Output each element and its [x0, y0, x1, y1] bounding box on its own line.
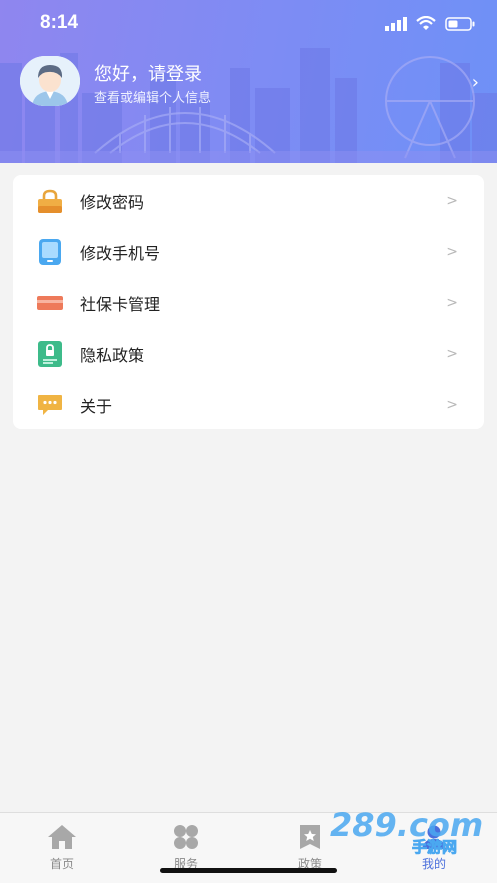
- tab-label: 我的: [421, 857, 446, 871]
- menu-item-label: 修改密码: [80, 192, 145, 212]
- signal-icon: [385, 16, 407, 31]
- policy-icon: [248, 823, 372, 851]
- menu-item-label: 修改手机号: [80, 243, 161, 263]
- user-avatar-icon: [20, 56, 80, 106]
- login-greeting[interactable]: 您好，请登录: [94, 60, 202, 86]
- tab-label: 首页: [49, 857, 74, 871]
- menu-item-about[interactable]: 关于 >: [13, 379, 484, 430]
- chevron-right-icon: >: [446, 294, 458, 311]
- profile-icon: [372, 823, 496, 851]
- avatar[interactable]: [20, 56, 80, 106]
- wifi-icon: [416, 16, 436, 30]
- battery-icon: [445, 16, 475, 31]
- home-icon: [0, 823, 124, 851]
- menu-item-change-password[interactable]: 修改密码 >: [13, 175, 484, 226]
- status-time: 8:14: [40, 12, 79, 33]
- menu-item-social-security-card[interactable]: 社保卡管理 >: [13, 277, 484, 328]
- lock-icon: [37, 188, 63, 214]
- menu-item-label: 隐私政策: [80, 345, 145, 365]
- privacy-icon: [37, 340, 63, 367]
- settings-menu: 修改密码 > 修改手机号 > 社保卡管理 > 隐私政策 > 关于 >: [13, 175, 484, 429]
- service-icon: [124, 823, 248, 851]
- phone-icon: [37, 238, 63, 265]
- chat-icon: [37, 392, 63, 418]
- chevron-right-icon: >: [446, 192, 458, 209]
- chevron-right-icon: >: [446, 345, 458, 362]
- tab-mine[interactable]: 我的: [372, 823, 496, 879]
- profile-header[interactable]: 8:14 您好，请登录 查看或编辑个人信息 ›: [0, 0, 497, 163]
- status-bar: 8:14: [0, 0, 497, 48]
- menu-item-privacy-policy[interactable]: 隐私政策 >: [13, 328, 484, 379]
- home-indicator: [160, 868, 337, 873]
- menu-item-label: 社保卡管理: [80, 294, 161, 314]
- profile-subtitle: 查看或编辑个人信息: [94, 91, 212, 106]
- menu-item-change-phone[interactable]: 修改手机号 >: [13, 226, 484, 277]
- city-skyline-illustration: [0, 48, 497, 163]
- chevron-right-icon[interactable]: ›: [472, 72, 479, 93]
- chevron-right-icon: >: [446, 396, 458, 413]
- tab-home[interactable]: 首页: [0, 823, 124, 879]
- menu-item-label: 关于: [80, 396, 113, 416]
- card-icon: [37, 290, 63, 316]
- chevron-right-icon: >: [446, 243, 458, 260]
